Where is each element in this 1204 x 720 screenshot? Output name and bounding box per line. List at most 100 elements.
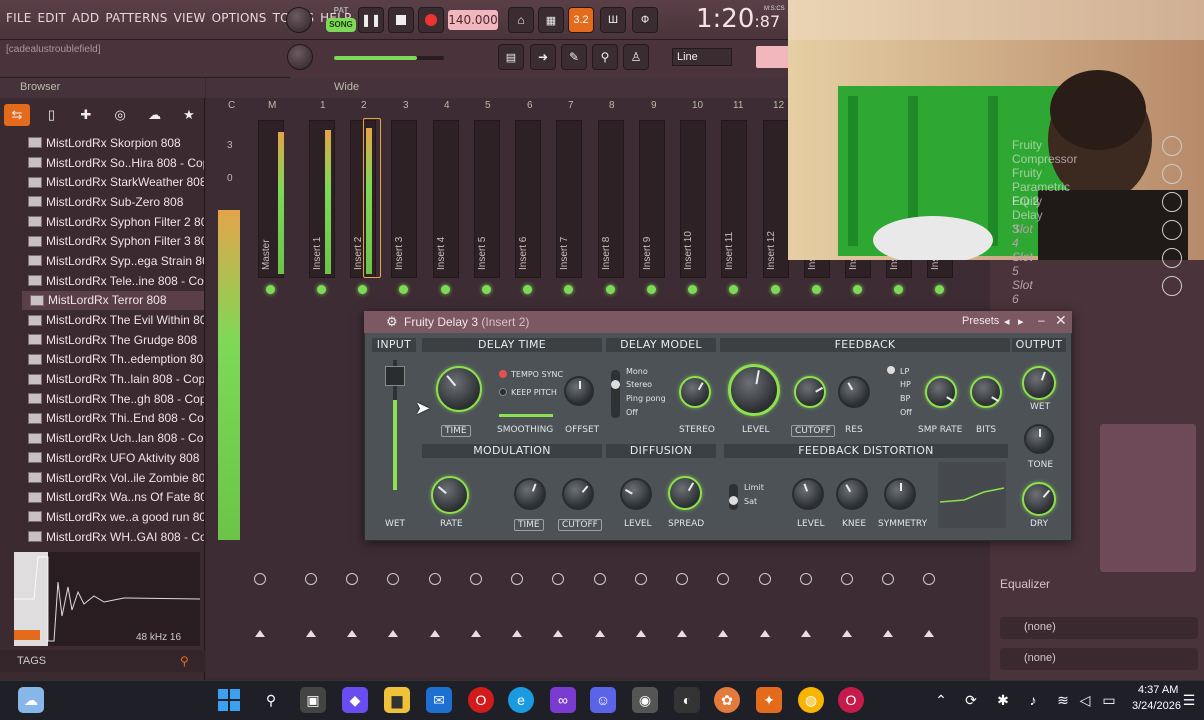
chevron-up-icon[interactable]: ⌃ [928, 687, 954, 713]
route-arrow-icon[interactable] [636, 630, 646, 637]
strip-enable-led[interactable] [358, 285, 367, 294]
record-button[interactable] [418, 7, 444, 33]
file-item[interactable]: MistLordRx Wa..ns Of Fate 808 [28, 487, 204, 507]
file-item[interactable]: MistLordRx Syp..ega Strain 808 [28, 251, 204, 271]
effect-slot-label[interactable]: Slot 6 [1012, 278, 1033, 306]
microphone-icon[interactable]: ♪ [1020, 687, 1046, 713]
route-arrow-icon[interactable] [347, 630, 357, 637]
send-knob[interactable] [882, 573, 894, 585]
slot-mix-knob[interactable] [1162, 164, 1182, 184]
tempo-sync-led[interactable] [499, 370, 507, 378]
volume-icon[interactable]: ◁ [1072, 687, 1098, 713]
mod-time-knob[interactable] [514, 478, 546, 510]
dist-sat[interactable]: Sat [744, 497, 757, 506]
wait-input-button[interactable]: ▦ [538, 7, 564, 33]
file-item[interactable]: MistLordRx Skorpion 808 [28, 133, 204, 153]
strip-enable-led[interactable] [564, 285, 573, 294]
browser-favorites-icon[interactable]: ★ [176, 104, 202, 126]
delay-model-switch[interactable] [611, 370, 620, 418]
file-item[interactable]: MistLordRx UFO Aktivity 808 [28, 448, 204, 468]
route-arrow-icon[interactable] [801, 630, 811, 637]
model-mono[interactable]: Mono [626, 367, 648, 376]
chrome-icon[interactable]: ◍ [798, 687, 824, 713]
file-item[interactable]: MistLordRx Syphon Filter 2 808 [28, 212, 204, 232]
route-arrow-icon[interactable] [512, 630, 522, 637]
feedback-cutoff-knob[interactable] [794, 376, 826, 408]
menu-file[interactable]: FILE [6, 11, 32, 25]
next-preset-icon[interactable]: ▸ [1018, 315, 1024, 328]
task-view-icon[interactable]: ▣ [300, 687, 326, 713]
strip-enable-led[interactable] [688, 285, 697, 294]
strip-enable-led[interactable] [399, 285, 408, 294]
send-knob[interactable] [800, 573, 812, 585]
dist-limit[interactable]: Limit [744, 483, 764, 492]
strip-enable-led[interactable] [441, 285, 450, 294]
output-routing[interactable]: (none) [1000, 648, 1198, 670]
filter-lp[interactable]: LP [900, 367, 909, 376]
send-knob[interactable] [254, 573, 266, 585]
link-tool-button[interactable]: ⚲ [592, 44, 618, 70]
sample-rate-knob[interactable] [925, 376, 957, 408]
dry-knob[interactable] [1022, 482, 1056, 516]
menu-options[interactable]: OPTIONS [212, 11, 267, 25]
minimize-icon[interactable]: – [1038, 313, 1045, 327]
filter-hp[interactable]: HP [900, 380, 911, 389]
send-knob[interactable] [923, 573, 935, 585]
stop-button[interactable] [388, 7, 414, 33]
tempo-display[interactable]: 140.000 [448, 10, 498, 30]
snap-select[interactable]: Line [672, 48, 732, 66]
browser-files-icon[interactable]: ▯ [38, 104, 64, 126]
countdown-button[interactable]: 3.2 [568, 7, 594, 33]
route-arrow-icon[interactable] [924, 630, 934, 637]
send-knob[interactable] [387, 573, 399, 585]
mod-rate-knob[interactable] [431, 476, 469, 514]
file-item[interactable]: MistLordRx Tele..ine 808 - Copy [28, 271, 204, 291]
loop-record-button[interactable]: Ф [632, 7, 658, 33]
send-knob[interactable] [635, 573, 647, 585]
clock-date[interactable]: 3/24/2026 [1132, 700, 1181, 712]
github-icon[interactable]: ◐ [674, 687, 700, 713]
feedback-level-knob[interactable] [728, 364, 780, 416]
piano-roll-button[interactable]: ▤ [498, 44, 524, 70]
search-icon[interactable]: ⚲ [180, 654, 189, 668]
strip-enable-led[interactable] [894, 285, 903, 294]
stereo-knob[interactable] [679, 376, 711, 408]
close-icon[interactable]: ✕ [1055, 312, 1067, 329]
send-knob[interactable] [429, 573, 441, 585]
strip-enable-led[interactable] [317, 285, 326, 294]
send-knob[interactable] [676, 573, 688, 585]
file-item[interactable]: MistLordRx we..a good run 808 [28, 507, 204, 527]
strip-enable-led[interactable] [771, 285, 780, 294]
route-arrow-icon[interactable] [595, 630, 605, 637]
file-item[interactable]: MistLordRx Thi..End 808 - Copy [28, 409, 204, 429]
pattern-mode-label[interactable]: PAT [328, 6, 354, 16]
discord-icon[interactable]: ☺ [590, 687, 616, 713]
slot-mix-knob[interactable] [1162, 276, 1182, 296]
send-knob[interactable] [511, 573, 523, 585]
strip-enable-led[interactable] [606, 285, 615, 294]
filter-off[interactable]: Off [900, 408, 912, 417]
browser-project-icon[interactable]: ◎ [107, 104, 133, 126]
file-item[interactable]: MistLordRx Syphon Filter 3 808 [28, 231, 204, 251]
bluetooth-icon[interactable]: ✱ [990, 687, 1016, 713]
mixer-view-mode[interactable]: Wide [334, 81, 359, 93]
route-arrow-icon[interactable] [677, 630, 687, 637]
browser-all-icon[interactable]: ⇆ [4, 104, 30, 126]
slot-mix-knob[interactable] [1162, 136, 1182, 156]
fl-studio-icon[interactable]: ✦ [756, 687, 782, 713]
keep-pitch-led[interactable] [499, 388, 507, 396]
route-arrow-icon[interactable] [718, 630, 728, 637]
file-item[interactable]: MistLordRx Th..edemption 808 [28, 350, 204, 370]
pattern-selector[interactable] [756, 46, 790, 68]
model-pingpong[interactable]: Ping pong [626, 394, 666, 403]
input-routing[interactable]: (none) [1000, 617, 1198, 639]
route-arrow-icon[interactable] [760, 630, 770, 637]
file-item[interactable]: MistLordRx Uch..lan 808 - Copy [28, 428, 204, 448]
filter-bp[interactable]: BP [900, 394, 910, 403]
song-mode-button[interactable]: SONG [326, 18, 356, 32]
clock-time[interactable]: 4:37 AM [1138, 684, 1178, 696]
symmetry-knob[interactable] [884, 478, 916, 510]
file-explorer-icon[interactable]: ▆ [384, 687, 410, 713]
main-volume-knob[interactable] [286, 7, 312, 33]
file-item[interactable]: MistLordRx The Grudge 808 [28, 330, 204, 350]
